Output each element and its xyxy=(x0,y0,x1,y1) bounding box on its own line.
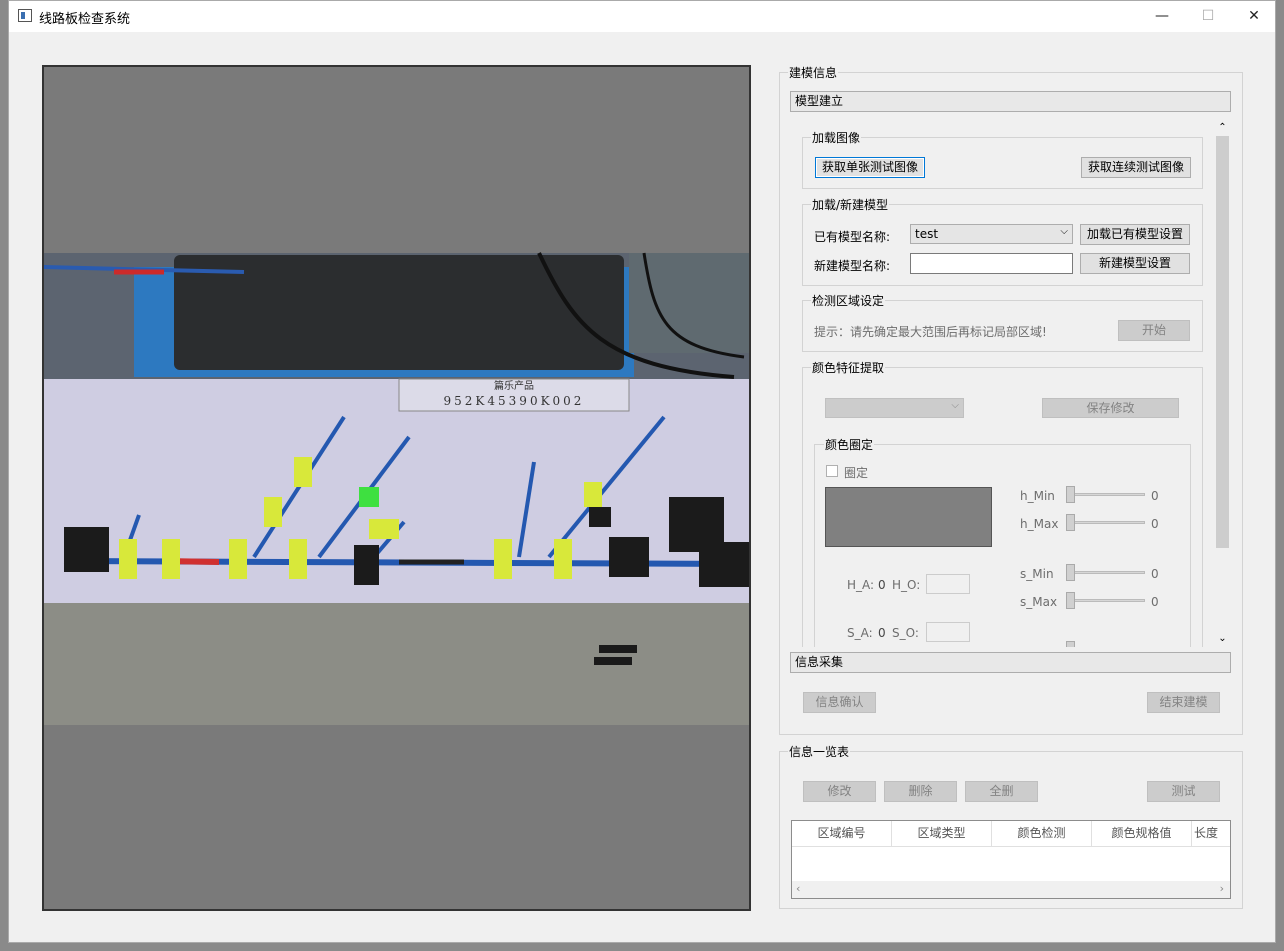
info-confirm-button[interactable]: 信息确认 xyxy=(803,692,876,713)
delete-all-button[interactable]: 全删 xyxy=(965,781,1038,802)
board-label: 篇乐产品 xyxy=(494,379,534,392)
s-max-value: 0 xyxy=(1151,595,1159,609)
horizontal-scrollbar[interactable]: ‹ › xyxy=(792,881,1230,898)
new-model-input[interactable] xyxy=(910,253,1073,274)
load-model-button[interactable]: 加载已有模型设置 xyxy=(1080,224,1190,245)
board-code: 952K45390K002 xyxy=(444,394,585,408)
get-single-image-button[interactable]: 获取单张测试图像 xyxy=(815,157,925,178)
s-max-slider-handle[interactable] xyxy=(1066,592,1075,609)
h-min-value: 0 xyxy=(1151,489,1159,503)
color-feature-select[interactable]: ⌵ xyxy=(825,398,964,418)
color-feature-title: 颜色特征提取 xyxy=(811,359,886,376)
image-view[interactable]: 篇乐产品 952K45390K002 xyxy=(42,65,751,911)
h-max-label: h_Max xyxy=(1020,517,1059,531)
save-changes-button[interactable]: 保存修改 xyxy=(1042,398,1179,418)
scroll-down-icon[interactable]: ⌄ xyxy=(1214,630,1231,647)
harness-board-image: 篇乐产品 952K45390K002 xyxy=(44,252,749,725)
ho-label: H_O: xyxy=(892,578,921,592)
new-model-button[interactable]: 新建模型设置 xyxy=(1080,253,1190,274)
so-label: S_O: xyxy=(892,626,919,640)
info-list-title: 信息一览表 xyxy=(788,743,851,760)
partial-slider-handle[interactable] xyxy=(1066,641,1075,647)
h-max-value: 0 xyxy=(1151,517,1159,531)
app-icon xyxy=(18,9,32,22)
existing-model-value: test xyxy=(915,227,939,241)
chevron-down-icon: ⌵ xyxy=(1060,226,1068,237)
column-header[interactable]: 颜色规格值 xyxy=(1092,821,1192,847)
h-max-slider[interactable] xyxy=(1068,521,1145,524)
load-model-title: 加载/新建模型 xyxy=(811,196,890,213)
model-build-scroll-area: 加载图像 获取单张测试图像 获取连续测试图像 加载/新建模型 已有模型名称: t… xyxy=(790,119,1231,647)
table-header: 区域编号 区域类型 颜色检测 颜色规格值 长度 xyxy=(792,821,1230,847)
fixed-checkbox-label: 圈定 xyxy=(844,466,869,480)
column-header[interactable]: 长度 xyxy=(1192,821,1230,847)
ha-value: 0 xyxy=(878,578,886,592)
h-max-slider-handle[interactable] xyxy=(1066,514,1075,531)
title-bar: 线路板检查系统 — ☐ ✕ xyxy=(9,1,1275,32)
ho-input[interactable] xyxy=(926,574,970,594)
fixed-checkbox[interactable] xyxy=(826,465,838,477)
chevron-down-icon: ⌵ xyxy=(951,400,959,411)
scroll-up-icon[interactable]: ⌃ xyxy=(1214,119,1231,136)
delete-button[interactable]: 删除 xyxy=(884,781,957,802)
window-title: 线路板检查系统 xyxy=(39,12,131,27)
info-table[interactable]: 区域编号 区域类型 颜色检测 颜色规格值 长度 ‹ › xyxy=(791,820,1231,899)
tab-model-build[interactable]: 模型建立 xyxy=(790,91,1231,112)
h-min-slider-handle[interactable] xyxy=(1066,486,1075,503)
ha-label: H_A: xyxy=(847,578,875,592)
s-max-slider[interactable] xyxy=(1068,599,1145,602)
column-header[interactable]: 区域编号 xyxy=(792,821,892,847)
existing-model-select[interactable]: test ⌵ xyxy=(910,224,1073,244)
s-max-label: s_Max xyxy=(1020,595,1058,609)
close-button[interactable]: ✕ xyxy=(1231,1,1277,32)
app-window: 线路板检查系统 — ☐ ✕ 篇乐产品 952K45390K002 建模信息 模型… xyxy=(8,0,1276,943)
scrollbar-thumb[interactable] xyxy=(1216,136,1229,548)
h-min-label: h_Min xyxy=(1020,489,1055,503)
so-input[interactable] xyxy=(926,622,970,642)
color-preview xyxy=(825,487,992,547)
existing-model-label: 已有模型名称: xyxy=(814,230,891,244)
sa-label: S_A: xyxy=(847,626,873,640)
column-header[interactable]: 颜色检测 xyxy=(992,821,1092,847)
s-min-slider-handle[interactable] xyxy=(1066,564,1075,581)
test-button[interactable]: 测试 xyxy=(1147,781,1220,802)
column-header[interactable]: 区域类型 xyxy=(892,821,992,847)
tab-info-collect[interactable]: 信息采集 xyxy=(790,652,1231,673)
sa-value: 0 xyxy=(878,626,886,640)
load-image-title: 加载图像 xyxy=(811,129,862,146)
modify-button[interactable]: 修改 xyxy=(803,781,876,802)
scroll-right-icon[interactable]: › xyxy=(1220,882,1224,895)
h-min-slider[interactable] xyxy=(1068,493,1145,496)
start-button[interactable]: 开始 xyxy=(1118,320,1190,341)
vertical-scrollbar[interactable]: ⌃ ⌄ xyxy=(1214,119,1231,647)
minimize-button[interactable]: — xyxy=(1139,1,1185,32)
detect-region-title: 检测区域设定 xyxy=(811,292,886,309)
detect-region-hint: 提示：请先确定最大范围后再标记局部区域! xyxy=(814,325,1047,339)
scroll-left-icon[interactable]: ‹ xyxy=(796,882,800,895)
s-min-label: s_Min xyxy=(1020,567,1054,581)
s-min-slider[interactable] xyxy=(1068,571,1145,574)
get-continuous-image-button[interactable]: 获取连续测试图像 xyxy=(1081,157,1191,178)
modeling-title: 建模信息 xyxy=(788,64,839,81)
finish-modeling-button[interactable]: 结束建模 xyxy=(1147,692,1220,713)
maximize-button[interactable]: ☐ xyxy=(1185,1,1231,32)
s-min-value: 0 xyxy=(1151,567,1159,581)
color-fixed-title: 颜色圈定 xyxy=(824,436,875,453)
new-model-label: 新建模型名称: xyxy=(814,259,891,273)
